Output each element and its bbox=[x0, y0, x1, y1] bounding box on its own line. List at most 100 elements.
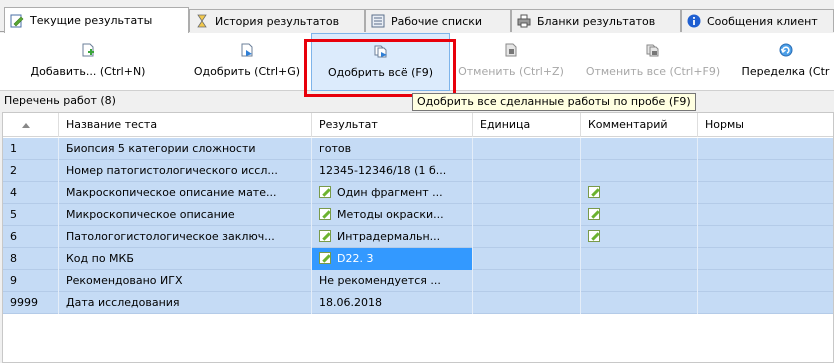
column-header-norms[interactable]: Нормы bbox=[698, 113, 833, 137]
edit-note-icon[interactable] bbox=[319, 252, 331, 264]
row-number: 9 bbox=[3, 270, 59, 292]
unit-cell[interactable] bbox=[473, 204, 581, 226]
table-row[interactable]: 9999 Дата исследования 18.06.2018 bbox=[3, 292, 833, 314]
result-cell[interactable]: Не рекомендуется ... bbox=[312, 270, 473, 292]
row-number: 4 bbox=[3, 182, 59, 204]
result-text: Методы окраски... bbox=[337, 208, 444, 221]
edit-note-icon[interactable] bbox=[319, 208, 331, 220]
column-header-unit[interactable]: Единица bbox=[473, 113, 581, 137]
table-row[interactable]: 5 Микроскопическое описание Методы окрас… bbox=[3, 204, 833, 226]
tab-results-history[interactable]: История результатов bbox=[189, 9, 365, 32]
result-cell[interactable]: 18.06.2018 bbox=[312, 292, 473, 314]
table-row[interactable]: 6 Патологогистологическое заключ... Интр… bbox=[3, 226, 833, 248]
result-text: 12345-12346/18 (1 б... bbox=[319, 164, 447, 177]
test-name-cell: Код по МКБ bbox=[59, 248, 312, 270]
norms-cell bbox=[698, 138, 833, 160]
approve-button[interactable]: Одобрить (Ctrl+G) bbox=[188, 33, 306, 91]
column-header-number[interactable] bbox=[3, 113, 59, 137]
approve-document-icon bbox=[240, 43, 254, 57]
cancel-all-icon bbox=[646, 43, 660, 57]
edit-note-icon[interactable] bbox=[319, 186, 331, 198]
comment-cell[interactable] bbox=[581, 226, 698, 248]
result-text: Интрадермальн... bbox=[337, 230, 441, 243]
redo-button[interactable]: Переделка (Ctr bbox=[737, 33, 834, 91]
test-name-cell: Биопсия 5 категории сложности bbox=[59, 138, 312, 160]
tab-client-messages[interactable]: Сообщения клиент bbox=[681, 9, 834, 32]
table-row[interactable]: 4 Макроскопическое описание мате... Один… bbox=[3, 182, 833, 204]
norms-cell bbox=[698, 160, 833, 182]
tab-label: Сообщения клиент bbox=[707, 14, 818, 28]
approve-all-button[interactable]: Одобрить всё (F9) bbox=[311, 33, 450, 91]
result-text: Не рекомендуется ... bbox=[319, 274, 441, 287]
norms-cell bbox=[698, 270, 833, 292]
row-number: 8 bbox=[3, 248, 59, 270]
norms-cell bbox=[698, 292, 833, 314]
unit-cell[interactable] bbox=[473, 270, 581, 292]
edit-comment-icon[interactable] bbox=[588, 186, 600, 198]
test-name-cell: Патологогистологическое заключ... bbox=[59, 226, 312, 248]
result-text: 18.06.2018 bbox=[319, 296, 382, 309]
add-document-icon bbox=[81, 43, 95, 57]
comment-cell[interactable] bbox=[581, 138, 698, 160]
tab-current-results[interactable]: Текущие результаты bbox=[4, 7, 189, 33]
unit-cell[interactable] bbox=[473, 292, 581, 314]
result-text: готов bbox=[319, 142, 352, 155]
row-number: 6 bbox=[3, 226, 59, 248]
result-cell-selected[interactable]: D22. 3 bbox=[312, 248, 473, 270]
test-name-cell: Микроскопическое описание bbox=[59, 204, 312, 226]
column-header-comment[interactable]: Комментарий bbox=[581, 113, 698, 137]
table-row[interactable]: 2 Номер патогистологического иссл... 123… bbox=[3, 160, 833, 182]
norms-cell bbox=[698, 204, 833, 226]
printer-icon bbox=[517, 14, 531, 28]
edit-document-icon bbox=[10, 14, 24, 28]
comment-cell[interactable] bbox=[581, 292, 698, 314]
row-number: 5 bbox=[3, 204, 59, 226]
comment-cell[interactable] bbox=[581, 248, 698, 270]
result-cell[interactable]: Методы окраски... bbox=[312, 204, 473, 226]
unit-cell[interactable] bbox=[473, 248, 581, 270]
add-button[interactable]: Добавить... (Ctrl+N) bbox=[4, 33, 172, 91]
unit-cell[interactable] bbox=[473, 226, 581, 248]
table-row[interactable]: 9 Рекомендовано ИГХ Не рекомендуется ... bbox=[3, 270, 833, 292]
tab-bar: Текущие результаты История результатов Р… bbox=[0, 0, 834, 33]
edit-comment-icon[interactable] bbox=[588, 230, 600, 242]
comment-cell[interactable] bbox=[581, 270, 698, 292]
column-header-result[interactable]: Результат bbox=[312, 113, 473, 137]
work-list-label: Перечень работ (8) bbox=[4, 94, 116, 107]
edit-note-icon[interactable] bbox=[319, 230, 331, 242]
info-icon bbox=[687, 14, 701, 28]
table-row[interactable]: 8 Код по МКБ D22. 3 bbox=[3, 248, 833, 270]
grid-header: Название теста Результат Единица Коммент… bbox=[3, 113, 833, 137]
edit-comment-icon[interactable] bbox=[588, 208, 600, 220]
result-cell[interactable]: 12345-12346/18 (1 б... bbox=[312, 160, 473, 182]
test-name-cell: Номер патогистологического иссл... bbox=[59, 160, 312, 182]
unit-cell[interactable] bbox=[473, 138, 581, 160]
row-number: 2 bbox=[3, 160, 59, 182]
norms-cell bbox=[698, 248, 833, 270]
tab-worklists[interactable]: Рабочие списки bbox=[365, 9, 511, 32]
row-number: 9999 bbox=[3, 292, 59, 314]
unit-cell[interactable] bbox=[473, 160, 581, 182]
result-cell[interactable]: Интрадермальн... bbox=[312, 226, 473, 248]
result-text: Один фрагмент ... bbox=[337, 186, 443, 199]
column-header-test-name[interactable]: Название теста bbox=[59, 113, 312, 137]
redo-icon bbox=[779, 43, 793, 57]
toolbar: Добавить... (Ctrl+N) Одобрить (Ctrl+G) О… bbox=[0, 33, 834, 91]
cancel-document-icon bbox=[504, 43, 518, 57]
cancel-all-button[interactable]: Отменить все (Ctrl+F9) bbox=[577, 33, 729, 91]
result-text: D22. 3 bbox=[337, 252, 374, 265]
test-name-cell: Макроскопическое описание мате... bbox=[59, 182, 312, 204]
worklist-icon bbox=[371, 14, 385, 28]
comment-cell[interactable] bbox=[581, 160, 698, 182]
unit-cell[interactable] bbox=[473, 182, 581, 204]
table-row[interactable]: 1 Биопсия 5 категории сложности готов bbox=[3, 138, 833, 160]
comment-cell[interactable] bbox=[581, 204, 698, 226]
cancel-button[interactable]: Отменить (Ctrl+Z) bbox=[452, 33, 570, 91]
tab-result-forms[interactable]: Бланки результатов bbox=[511, 9, 681, 32]
result-cell[interactable]: Один фрагмент ... bbox=[312, 182, 473, 204]
tab-label: Бланки результатов bbox=[537, 14, 656, 28]
sort-ascending-icon bbox=[22, 122, 30, 128]
test-name-cell: Дата исследования bbox=[59, 292, 312, 314]
comment-cell[interactable] bbox=[581, 182, 698, 204]
result-cell[interactable]: готов bbox=[312, 138, 473, 160]
